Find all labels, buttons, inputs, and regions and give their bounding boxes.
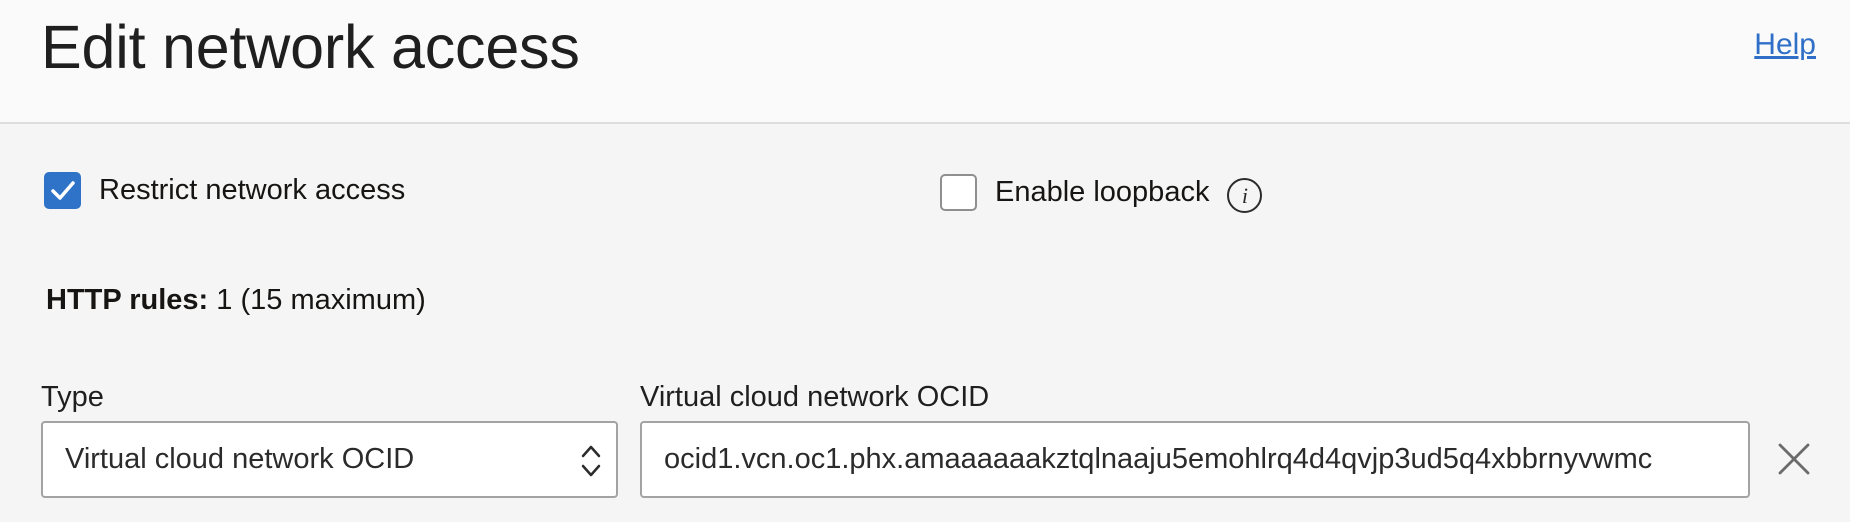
type-field-label: Type [41,381,104,413]
restrict-network-access-option[interactable]: Restrict network access [44,172,405,209]
page-title: Edit network access [41,13,580,81]
enable-loopback-checkbox[interactable] [940,174,977,211]
type-select[interactable]: Virtual cloud network OCID [41,421,618,498]
enable-loopback-label: Enable loopback [995,176,1210,208]
checkmark-icon [50,180,75,200]
ocid-field-label: Virtual cloud network OCID [640,381,990,413]
ocid-input-value: ocid1.vcn.oc1.phx.amaaaaaakztqlnaaju5emo… [664,443,1653,475]
restrict-network-access-label: Restrict network access [99,174,406,206]
page-header: Edit network access Help [0,0,1850,124]
type-select-value: Virtual cloud network OCID [65,443,415,475]
help-link[interactable]: Help [1754,28,1816,62]
restrict-network-access-checkbox[interactable] [44,172,81,209]
close-icon[interactable] [1776,441,1812,477]
chevron-up-down-icon [581,445,601,477]
enable-loopback-option[interactable]: Enable loopback i [940,172,1263,213]
http-rules-summary: HTTP rules: 1 (15 maximum) [46,284,426,317]
http-rules-count: 1 (15 maximum) [216,284,426,316]
info-icon[interactable]: i [1227,178,1263,213]
ocid-input[interactable]: ocid1.vcn.oc1.phx.amaaaaaakztqlnaaju5emo… [640,421,1750,498]
http-rules-label: HTTP rules: [46,284,209,316]
